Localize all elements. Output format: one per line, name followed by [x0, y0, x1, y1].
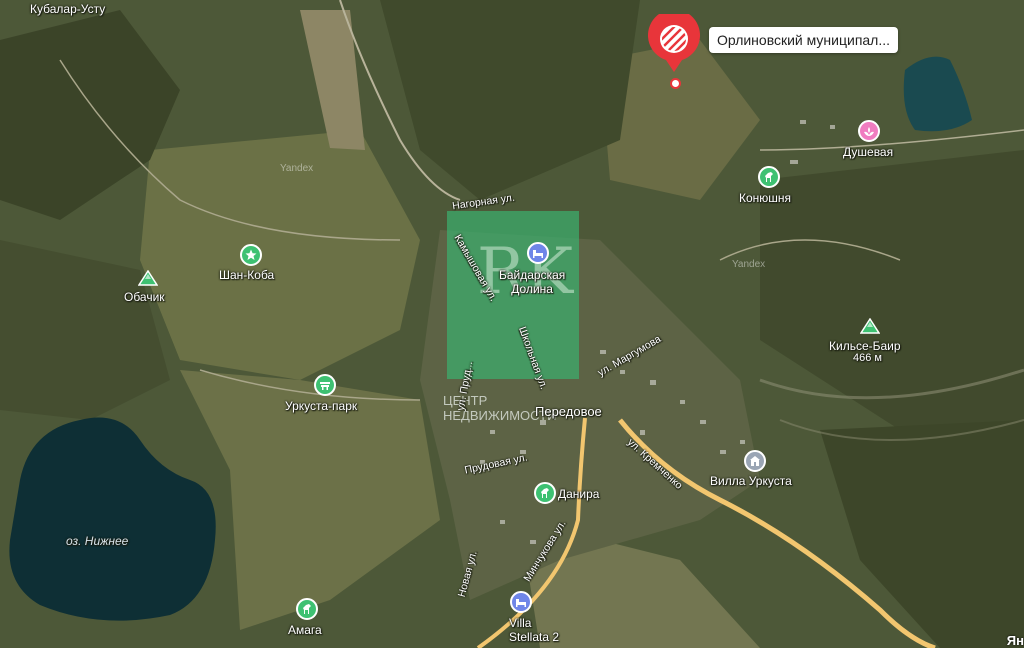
yandex-logo[interactable]: Ян [1007, 633, 1024, 648]
park-icon[interactable] [314, 374, 336, 396]
place-label-peredovoe[interactable]: Передовое [535, 404, 602, 419]
star-icon[interactable] [240, 244, 262, 266]
horse-icon[interactable] [534, 482, 556, 504]
spa-icon[interactable] [858, 120, 880, 142]
striped-pin-icon[interactable] [647, 9, 701, 72]
selected-location-label[interactable]: Орлиновский муниципал... [709, 27, 899, 53]
mountain-icon[interactable] [859, 317, 881, 339]
place-label-villa-stellata[interactable]: Villa Stellata 2 [509, 616, 559, 644]
place-label-konyushnya[interactable]: Конюшня [739, 191, 791, 205]
yandex-watermark: Yandex [280, 163, 314, 174]
place-label-kilse-bair[interactable]: Кильсе-Баир [829, 339, 901, 353]
horse-icon[interactable] [758, 166, 780, 188]
place-label-villa-urkusta[interactable]: Вилла Уркуста [710, 474, 792, 488]
location-point [670, 78, 681, 89]
place-label-kubalar-ustu[interactable]: Кубалар-Усту [30, 2, 105, 16]
place-label-baydarskaya-dolina[interactable]: Байдарская Долина [499, 268, 565, 296]
place-label-dushevaya[interactable]: Душевая [843, 145, 893, 159]
horse-icon[interactable] [296, 598, 318, 620]
mountain-icon[interactable] [137, 269, 159, 291]
yandex-watermark: Yandex [732, 259, 766, 270]
elevation-label-kilse-bair: 466 м [853, 352, 882, 364]
bed-icon[interactable] [527, 242, 549, 264]
villa-icon[interactable] [744, 450, 766, 472]
bed-icon[interactable] [510, 591, 532, 613]
place-label-amaga[interactable]: Амага [288, 623, 322, 637]
lake-label-nizhnee: оз. Нижнее [66, 534, 129, 548]
place-label-obachik[interactable]: Обачик [124, 290, 165, 304]
place-label-shan-koba[interactable]: Шан-Коба [219, 268, 274, 282]
place-label-urkusta-park[interactable]: Уркуста-парк [285, 399, 357, 413]
place-label-danira[interactable]: Данира [558, 487, 599, 501]
